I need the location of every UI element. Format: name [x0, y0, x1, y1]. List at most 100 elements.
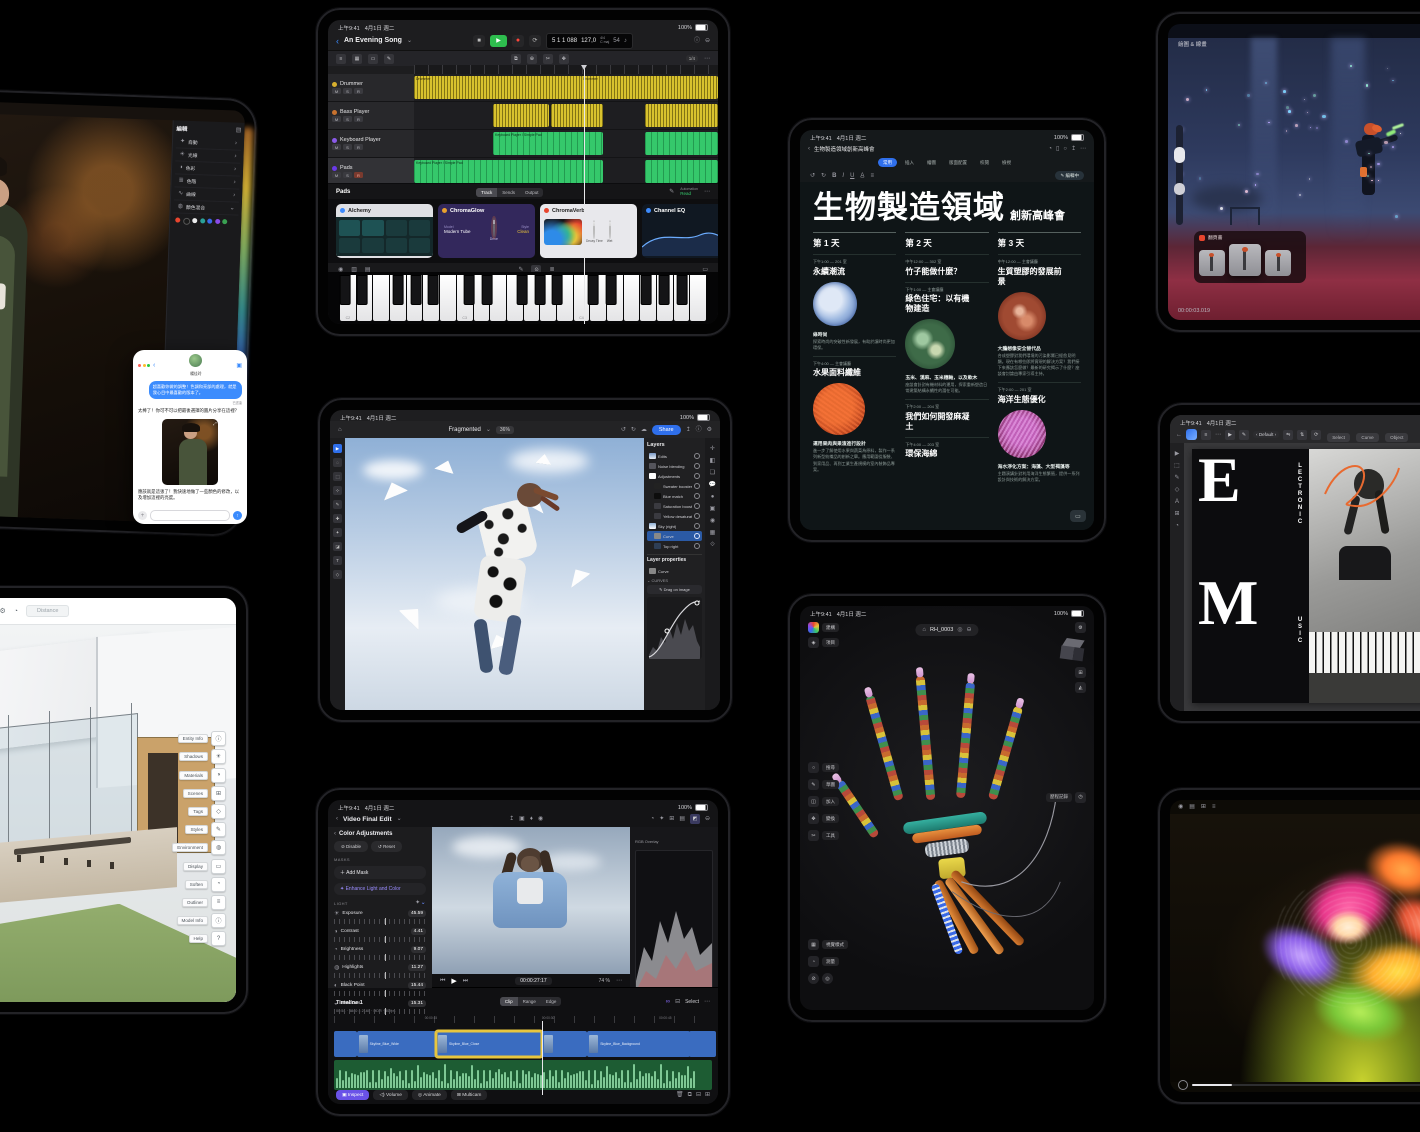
piano-black-key[interactable]: [357, 275, 368, 305]
scopes-icon[interactable]: ◩: [690, 814, 700, 824]
move-tool[interactable]: ▶: [333, 444, 342, 453]
strip-tabs[interactable]: TrackSendsOutput: [476, 188, 543, 197]
region-icon[interactable]: ▭: [368, 54, 378, 64]
settings-gear-icon[interactable]: ⚙: [0, 607, 6, 615]
midi-region[interactable]: Drummer: [414, 76, 582, 99]
mode-segments[interactable]: Select Curve Object: [1325, 426, 1408, 444]
layers-icon[interactable]: ≡: [1212, 804, 1216, 810]
layer-row[interactable]: Top right: [647, 541, 702, 551]
flip-vertical-icon[interactable]: ⇅: [1297, 430, 1307, 440]
solo-button[interactable]: S: [343, 88, 352, 94]
layer-row[interactable]: Edits: [647, 451, 702, 461]
snapping-icon[interactable]: ⊟: [675, 999, 680, 1005]
eraser-tool[interactable]: ◪: [333, 542, 342, 551]
sidebar-button-scenes[interactable]: Scenes⊞: [172, 786, 226, 801]
disable-button[interactable]: ⊘ Disable: [334, 841, 368, 852]
midi-region[interactable]: Keyboard Player / Simple Pad: [493, 132, 603, 155]
layer-row[interactable]: Saturation boost: [647, 501, 702, 511]
wet-knob[interactable]: [609, 220, 611, 239]
sidebar-button-styles[interactable]: Styles✎: [172, 822, 226, 837]
tool-transform[interactable]: ✥變換: [808, 813, 839, 824]
search-icon[interactable]: ○: [1063, 146, 1067, 152]
entity-info-icon[interactable]: ⓘ: [211, 731, 226, 746]
song-title[interactable]: An Evening Song: [344, 37, 402, 44]
append-icon[interactable]: ⊞: [705, 1092, 710, 1098]
piano-white-key[interactable]: [690, 275, 706, 321]
enhance-button[interactable]: ✦ Enhance Light and Color: [334, 883, 426, 895]
send-button[interactable]: ↑: [233, 511, 242, 520]
preset-select[interactable]: ‹ Default ›: [1253, 431, 1279, 438]
slider-black-point[interactable]: ◐Black Point15.44: [334, 982, 426, 996]
timeline-ruler[interactable]: 00:00:15 00:00:30 00:00:45: [334, 1016, 712, 1023]
duplicate-icon[interactable]: ⧉: [688, 1092, 692, 1098]
piano-keyboard[interactable]: C2C3C4: [328, 272, 718, 324]
sidebar-button-help[interactable]: Help?: [172, 931, 226, 946]
media-icon[interactable]: ▤: [679, 816, 685, 822]
camera-icon[interactable]: ▣: [519, 816, 525, 822]
items-icon[interactable]: ◈: [808, 637, 819, 648]
brush-size-slider[interactable]: [1176, 125, 1183, 226]
timeline-clip[interactable]: Skyline_Blue_Background: [587, 1031, 689, 1057]
device-icon[interactable]: ▯: [1056, 146, 1059, 152]
flipbook-panel[interactable]: 翻頁書: [1194, 231, 1306, 283]
piano-black-key[interactable]: [428, 275, 439, 305]
expand-icon[interactable]: [147, 364, 150, 367]
redo-icon[interactable]: ↻: [631, 427, 636, 433]
menu-icon[interactable]: ≡: [1201, 430, 1211, 440]
reset-button[interactable]: ↺ Reset: [371, 841, 402, 852]
more-icon[interactable]: ⋯: [704, 56, 710, 62]
share-button[interactable]: Share: [652, 425, 681, 435]
tool-add[interactable]: ◫加入: [808, 796, 839, 807]
dismiss-keyboard-button[interactable]: ▭: [1070, 510, 1086, 522]
more-icon[interactable]: ⋯: [704, 189, 710, 195]
sidebar-button-soften[interactable]: Soften◔: [172, 877, 226, 892]
collapse-icon[interactable]: ⌄: [421, 900, 426, 906]
track-row-bass[interactable]: Bass Player MSR: [328, 102, 718, 130]
animation-frame-current[interactable]: [1229, 244, 1261, 276]
piano-black-key[interactable]: [339, 275, 350, 305]
panel-rail[interactable]: ✛◧❏💬● ▣◉▦⟐: [705, 438, 720, 710]
tool-tools[interactable]: ✂工具: [808, 830, 839, 841]
settings-gear-icon[interactable]: ⚙: [707, 427, 712, 433]
history-control[interactable]: 歷程記錄◷: [1046, 792, 1086, 803]
close-icon[interactable]: [138, 364, 141, 367]
mic-icon[interactable]: ♦: [530, 816, 533, 822]
piano-black-key[interactable]: [481, 275, 492, 305]
piano-white-key[interactable]: [624, 275, 640, 321]
plugin-alchemy[interactable]: Alchemy: [336, 204, 433, 258]
piano-black-key[interactable]: [641, 275, 652, 305]
settings-gear-icon[interactable]: ⚙: [1075, 622, 1086, 633]
facetime-icon[interactable]: ▣: [236, 362, 242, 369]
plugin-chromaverb[interactable]: ChromaVerb Decay Time Wet: [540, 204, 637, 258]
document-name[interactable]: Fragmented: [449, 427, 481, 433]
info-icon[interactable]: ⓘ: [694, 38, 700, 44]
help-icon[interactable]: ⓘ: [696, 427, 702, 433]
mute-button[interactable]: M: [332, 88, 341, 94]
minimize-icon[interactable]: ⊖: [705, 816, 710, 822]
scene-icon[interactable]: ▤: [1189, 804, 1195, 810]
app-badge-icon[interactable]: [1186, 429, 1197, 440]
more-icon[interactable]: ⋯: [616, 978, 622, 984]
messages-floating-window[interactable]: ‹ 楊佳玲 ▣ 超喜歡你做的調整！色調和亮部的處理，就是我心目中最喜歡的版本了。…: [133, 350, 247, 524]
import-icon[interactable]: ↥: [509, 816, 514, 822]
metronome-icon[interactable]: ♪: [624, 38, 627, 44]
message-input[interactable]: [150, 510, 230, 521]
automation-mode[interactable]: Read: [680, 192, 698, 197]
piano-black-key[interactable]: [552, 275, 563, 305]
record-enable-button[interactable]: R: [354, 88, 363, 94]
snap-setting[interactable]: 1/4: [686, 55, 698, 62]
slider-brightness[interactable]: ◔Brightness9.07: [334, 946, 426, 960]
cloud-icon[interactable]: ☁: [641, 427, 647, 433]
history-clock-icon[interactable]: ◷: [1075, 792, 1086, 803]
loop-icon[interactable]: ∞: [666, 999, 670, 1005]
back-icon[interactable]: ‹: [153, 362, 155, 369]
rotate-icon[interactable]: ⟳: [1311, 430, 1321, 440]
palette-icon[interactable]: ◔: [1048, 146, 1052, 152]
delete-icon[interactable]: 🗑: [676, 1092, 684, 1098]
back-icon[interactable]: ‹: [334, 831, 336, 837]
document-pill[interactable]: ⌂RH_0003◎⊖: [915, 624, 978, 636]
curves-histogram[interactable]: [647, 597, 702, 659]
sidebar-button-shadows[interactable]: Shadows☀: [172, 749, 226, 764]
back-icon[interactable]: ‹: [808, 146, 810, 152]
notification-bell-icon[interactable]: ◔: [14, 608, 18, 615]
